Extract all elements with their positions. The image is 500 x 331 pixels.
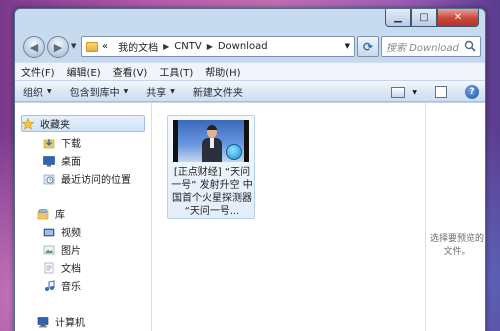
sidebar-item-music[interactable]: 音乐: [43, 277, 81, 294]
recent-pages-dropdown-icon[interactable]: ▼: [71, 42, 76, 50]
breadcrumb-cntv[interactable]: CNTV: [174, 41, 201, 52]
sidebar-item-videos[interactable]: 视频: [43, 223, 81, 240]
chevron-down-icon: ▼: [47, 87, 52, 95]
sidebar-item-label: 桌面: [61, 157, 81, 168]
menu-bar: 文件(F) 编辑(E) 查看(V) 工具(T) 帮助(H): [15, 62, 485, 80]
sidebar-item-label: 音乐: [61, 282, 81, 293]
organize-label: 组织: [23, 87, 43, 99]
include-in-library-button[interactable]: 包含到库中 ▼: [70, 84, 129, 99]
file-item[interactable]: [正点财经] “天问一号” 发射升空 中国首个火星探测器 “天问一号...: [167, 115, 255, 219]
view-dropdown-icon[interactable]: ▼: [412, 89, 417, 96]
documents-library-icon: [44, 262, 54, 273]
music-library-icon: [45, 279, 55, 291]
change-view-icon[interactable]: [391, 86, 406, 98]
menu-file[interactable]: 文件(F): [21, 64, 55, 79]
video-library-icon: [43, 228, 55, 236]
sidebar-item-desktop[interactable]: 桌面: [43, 152, 81, 169]
chevron-down-icon: ▼: [123, 87, 129, 95]
chevron-down-icon: ▼: [170, 87, 175, 95]
sidebar-item-documents[interactable]: 文档: [43, 259, 81, 276]
command-bar: 组织 ▼ 包含到库中 ▼ 共享 ▼ 新建文件夹 ▼ ?: [15, 80, 485, 102]
file-name: [正点财经] “天问一号” 发射升空 中国首个火星探测器 “天问一号...: [171, 167, 253, 217]
desktop-icon: [43, 155, 55, 166]
menu-view[interactable]: 查看(V): [113, 64, 148, 79]
sidebar-item-label: 收藏夹: [40, 120, 70, 131]
chevron-right-icon[interactable]: ▶: [207, 42, 213, 51]
preview-pane: 选择要预览的文件。: [425, 103, 485, 331]
pictures-library-icon: [43, 245, 55, 254]
search-icon[interactable]: [464, 40, 476, 52]
refresh-icon: ⟳: [362, 39, 374, 54]
back-arrow-icon: ◀: [29, 40, 39, 54]
thumbnail-shirt: [210, 138, 214, 148]
maximize-icon: □: [419, 12, 429, 23]
sidebar-item-downloads[interactable]: 下载: [43, 134, 81, 151]
sidebar-item-label: 库: [55, 210, 65, 221]
sidebar-item-label: 图片: [61, 246, 81, 257]
star-icon: [22, 117, 34, 130]
search-placeholder: 搜索 Download: [386, 43, 459, 54]
preview-empty-text: 选择要预览的文件。: [430, 234, 485, 257]
menu-tools[interactable]: 工具(T): [159, 64, 193, 79]
file-list: [正点财经] “天问一号” 发射升空 中国首个火星探测器 “天问一号...: [153, 103, 425, 331]
new-folder-button[interactable]: 新建文件夹: [193, 84, 243, 99]
toolbar-right: ▼ ?: [391, 83, 479, 101]
navigation-bar: ◀ ▶ ▼ « 我的文档 ▶ CNTV ▶ Download ▼ ⟳ 搜索 Do…: [15, 33, 485, 59]
sidebar-item-favorites[interactable]: 收藏夹: [21, 115, 145, 132]
minimize-icon: ▁: [394, 12, 402, 23]
close-icon: ✕: [453, 12, 463, 23]
sidebar-item-recent-places[interactable]: 最近访问的位置: [43, 170, 131, 187]
sidebar-item-label: 最近访问的位置: [61, 175, 131, 186]
preview-pane-icon[interactable]: [435, 86, 447, 98]
refresh-button[interactable]: ⟳: [357, 36, 379, 57]
menu-help[interactable]: 帮助(H): [205, 64, 240, 79]
back-button[interactable]: ◀: [23, 36, 45, 58]
sidebar-item-label: 视频: [61, 228, 81, 239]
navigation-pane: 收藏夹 下载 桌面 最近访问的位置 库 视频 图片 文档 音乐 计算机: [15, 103, 152, 331]
forward-button[interactable]: ▶: [47, 36, 69, 58]
explorer-window: ▁ □ ✕ ◀ ▶ ▼ « 我的文档 ▶ CNTV ▶ Download ▼ ⟳…: [14, 8, 486, 331]
caption-buttons: ▁ □ ✕: [385, 9, 479, 29]
media-player-badge-icon: [226, 144, 242, 160]
menu-edit[interactable]: 编辑(E): [67, 64, 101, 79]
forward-arrow-icon: ▶: [53, 40, 63, 54]
download-folder-icon: [43, 138, 55, 148]
recent-places-icon: [43, 174, 55, 184]
chevron-right-icon[interactable]: ▶: [163, 42, 169, 51]
breadcrumb-download[interactable]: Download: [218, 41, 268, 52]
sidebar-item-computer[interactable]: 计算机: [37, 313, 85, 330]
thumbnail-anchor: [202, 125, 222, 162]
new-folder-label: 新建文件夹: [192, 87, 243, 99]
help-icon[interactable]: ?: [465, 85, 479, 99]
close-button[interactable]: ✕: [437, 9, 479, 27]
include-in-library-label: 包含到库中: [69, 87, 120, 99]
minimize-button[interactable]: ▁: [385, 9, 411, 27]
video-thumbnail: [173, 120, 249, 162]
maximize-button[interactable]: □: [411, 9, 437, 27]
address-bar[interactable]: « 我的文档 ▶ CNTV ▶ Download ▼: [81, 36, 355, 57]
share-button[interactable]: 共享 ▼: [146, 84, 175, 99]
sidebar-item-libraries[interactable]: 库: [37, 205, 65, 222]
breadcrumb-overflow[interactable]: «: [102, 41, 108, 52]
organize-button[interactable]: 组织 ▼: [23, 84, 52, 99]
share-label: 共享: [146, 87, 167, 99]
library-icon: [37, 208, 49, 219]
sidebar-item-pictures[interactable]: 图片: [43, 241, 81, 258]
sidebar-item-label: 文档: [61, 264, 81, 275]
sidebar-item-label: 下载: [61, 139, 81, 150]
thumbnail-hair: [207, 125, 217, 130]
breadcrumb-my-documents[interactable]: 我的文档: [118, 39, 158, 54]
content-area: 收藏夹 下载 桌面 最近访问的位置 库 视频 图片 文档 音乐 计算机 [正点财…: [15, 103, 485, 331]
search-input[interactable]: 搜索 Download: [381, 36, 481, 57]
sidebar-item-label: 计算机: [55, 318, 85, 329]
address-dropdown-icon[interactable]: ▼: [345, 42, 350, 50]
computer-icon: [37, 316, 49, 327]
folder-icon: [86, 41, 98, 52]
